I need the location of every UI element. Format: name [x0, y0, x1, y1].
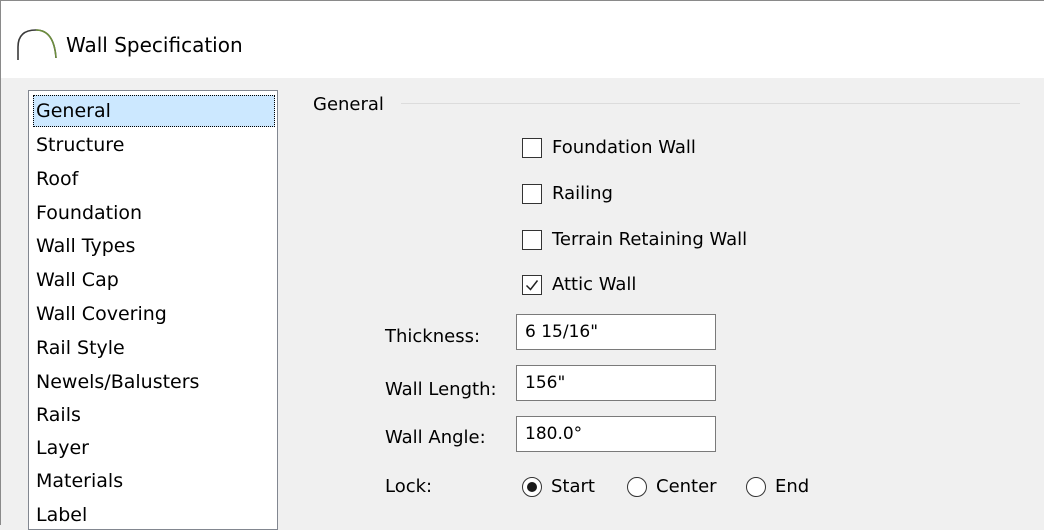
checkbox-box[interactable]: [522, 275, 542, 295]
lock-start-radio[interactable]: Start: [522, 475, 595, 499]
nav-item-structure[interactable]: Structure: [33, 129, 275, 161]
lock-end-radio[interactable]: End: [746, 475, 809, 499]
railing-checkbox[interactable]: Railing: [522, 182, 613, 206]
lock-center-radio[interactable]: Center: [627, 475, 717, 499]
nav-item-label[interactable]: Label: [33, 499, 275, 529]
nav-item-layer[interactable]: Layer: [33, 432, 275, 464]
category-list[interactable]: General Structure Roof Foundation Wall T…: [28, 90, 278, 530]
nav-item-wall-types[interactable]: Wall Types: [33, 230, 275, 262]
nav-item-newels-balusters[interactable]: Newels/Balusters: [33, 366, 275, 398]
radio-label: Center: [656, 476, 717, 497]
nav-item-general[interactable]: General: [33, 95, 275, 127]
checkbox-label: Railing: [552, 183, 613, 204]
nav-item-rails[interactable]: Rails: [33, 399, 275, 431]
title-bar: Wall Specification: [1, 1, 1044, 78]
group-divider: [401, 103, 1020, 104]
nav-item-rail-style[interactable]: Rail Style: [33, 332, 275, 364]
nav-item-wall-covering[interactable]: Wall Covering: [33, 298, 275, 330]
wall-angle-input[interactable]: [516, 416, 716, 452]
window-border-left: [0, 0, 1, 525]
attic-wall-checkbox[interactable]: Attic Wall: [522, 273, 636, 297]
general-group-title: General: [313, 94, 384, 115]
wall-length-input[interactable]: [516, 365, 716, 401]
radio-selected-dot: [527, 482, 537, 492]
checkbox-label: Terrain Retaining Wall: [552, 229, 748, 250]
foundation-wall-checkbox[interactable]: Foundation Wall: [522, 136, 696, 160]
nav-item-wall-cap[interactable]: Wall Cap: [33, 264, 275, 296]
window-title: Wall Specification: [66, 33, 243, 57]
terrain-retaining-wall-checkbox[interactable]: Terrain Retaining Wall: [522, 228, 747, 252]
radio-button[interactable]: [627, 477, 647, 497]
nav-item-roof[interactable]: Roof: [33, 163, 275, 195]
radio-button[interactable]: [522, 477, 542, 497]
checkbox-box[interactable]: [522, 230, 542, 250]
checkbox-box[interactable]: [522, 138, 542, 158]
radio-label: Start: [551, 476, 595, 497]
nav-item-materials[interactable]: Materials: [33, 465, 275, 497]
radio-button[interactable]: [746, 477, 766, 497]
thickness-label: Thickness:: [385, 326, 481, 347]
wall-angle-label: Wall Angle:: [385, 427, 486, 448]
arch-wall-icon: [17, 29, 57, 60]
checkbox-box[interactable]: [522, 184, 542, 204]
checkbox-label: Attic Wall: [552, 274, 637, 295]
nav-item-foundation[interactable]: Foundation: [33, 197, 275, 229]
checkbox-label: Foundation Wall: [552, 137, 696, 158]
radio-label: End: [775, 476, 810, 497]
thickness-input[interactable]: [516, 314, 716, 350]
wall-length-label: Wall Length:: [385, 379, 497, 400]
lock-label: Lock:: [385, 476, 433, 497]
checkmark-icon: [525, 280, 539, 291]
